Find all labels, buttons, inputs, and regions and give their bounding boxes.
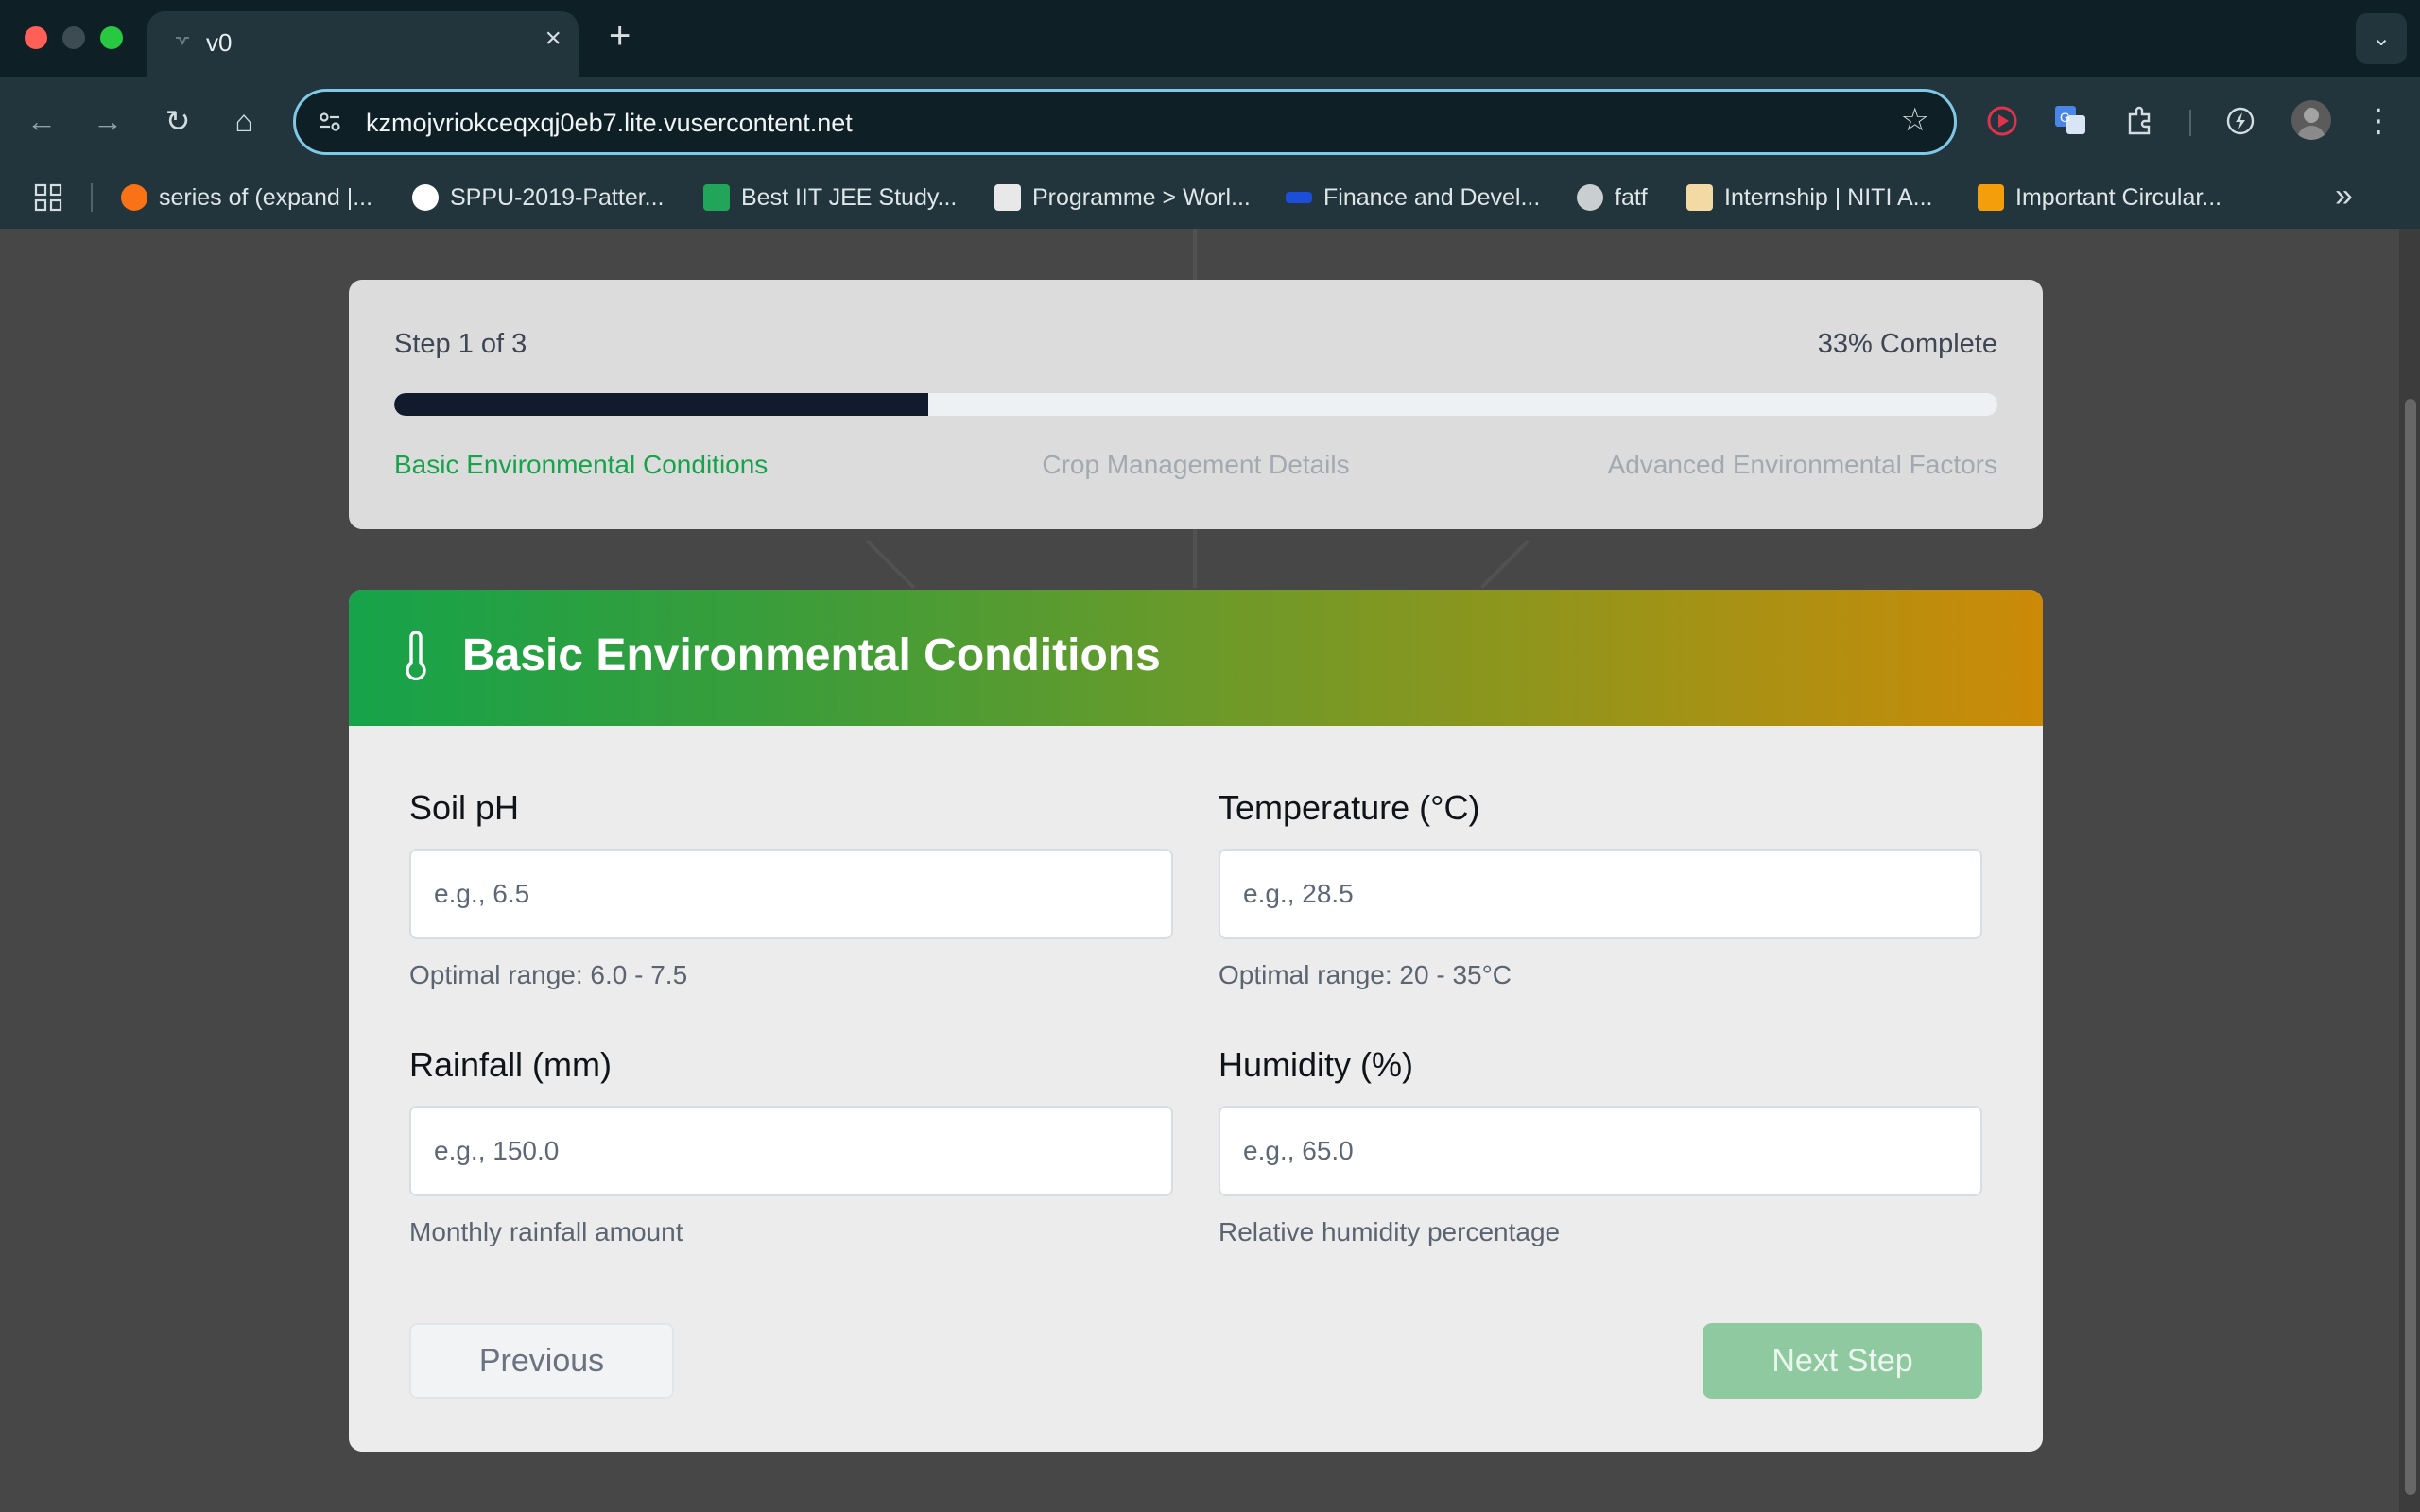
more-bookmarks-icon[interactable]: » — [2335, 178, 2353, 215]
temperature-field: Temperature (°C) Optimal range: 20 - 35°… — [1219, 788, 1982, 990]
tab-search-button[interactable]: ⌄ — [2356, 13, 2407, 64]
step-counter: Step 1 of 3 — [394, 329, 527, 359]
bookmark-star-icon[interactable]: ☆ — [1901, 101, 1929, 139]
record-extension-icon[interactable] — [1979, 98, 2025, 144]
new-tab-button[interactable]: + — [609, 17, 631, 55]
bookmark-item[interactable]: Important Circular... — [1978, 180, 2221, 215]
humidity-field: Humidity (%) Relative humidity percentag… — [1219, 1045, 1982, 1247]
toolbar-separator — [2189, 110, 2191, 136]
window-minimize-button[interactable] — [62, 26, 85, 49]
scrollbar-thumb[interactable] — [2405, 399, 2416, 1495]
bookmark-favicon-icon — [1978, 184, 2004, 211]
bookmarks-bar: series of (expand |... SPPU-2019-Patter.… — [0, 166, 2420, 229]
field-label: Temperature (°C) — [1219, 788, 1480, 827]
percent-complete: 33% Complete — [1817, 329, 1997, 359]
progress-bar — [394, 393, 1997, 416]
github-icon — [412, 184, 439, 211]
bookmark-item[interactable]: SPPU-2019-Patter... — [412, 180, 665, 215]
field-hint: Monthly rainfall amount — [409, 1217, 683, 1246]
page-scrollbar[interactable] — [2399, 229, 2420, 1512]
bookmark-favicon-icon — [994, 184, 1021, 211]
progress-bar-fill — [394, 393, 928, 416]
field-label: Soil pH — [409, 788, 520, 827]
url-text: kzmojvriokceqxqj0eb7.lite.vusercontent.n… — [366, 109, 853, 137]
browser-tab-strip: v0 × + ⌄ — [0, 0, 2420, 77]
field-hint: Relative humidity percentage — [1219, 1217, 1561, 1246]
extensions-puzzle-icon[interactable] — [2118, 98, 2163, 144]
forward-arrow-icon[interactable]: → — [83, 96, 132, 146]
bookmark-item[interactable]: Best IIT JEE Study... — [703, 180, 957, 215]
browser-menu-icon[interactable]: ⋮ — [2358, 98, 2399, 144]
soil-ph-input[interactable] — [409, 849, 1173, 939]
bookmark-item[interactable]: series of (expand |... — [121, 180, 372, 215]
globe-icon — [1577, 184, 1603, 211]
bookmark-favicon-icon — [121, 184, 147, 211]
tab-title: v0 — [206, 28, 233, 57]
bookmark-item[interactable]: Programme > Worl... — [994, 180, 1251, 215]
step-name-active: Basic Environmental Conditions — [394, 450, 769, 479]
window-maximize-button[interactable] — [100, 26, 123, 49]
previous-button[interactable]: Previous — [409, 1323, 674, 1399]
bookmark-item[interactable]: Internship | NITI A... — [1686, 180, 1932, 215]
sheets-icon — [703, 184, 730, 211]
field-label: Humidity (%) — [1219, 1045, 1414, 1084]
background-decoration — [865, 539, 916, 590]
bookmark-favicon-icon — [1286, 192, 1312, 203]
progress-card: Step 1 of 3 33% Complete Basic Environme… — [349, 280, 2043, 529]
step-name: Advanced Environmental Factors — [1607, 450, 1997, 479]
browser-tab[interactable]: v0 × — [147, 11, 579, 77]
bookmark-favicon-icon — [1686, 184, 1713, 211]
next-step-button[interactable]: Next Step — [1703, 1323, 1982, 1399]
temperature-input[interactable] — [1219, 849, 1982, 939]
profile-avatar[interactable] — [2291, 100, 2331, 140]
performance-icon[interactable] — [2218, 98, 2263, 144]
reload-icon[interactable]: ↻ — [153, 96, 202, 146]
form-card: Basic Environmental Conditions Soil pH O… — [349, 590, 2043, 1452]
form-title: Basic Environmental Conditions — [462, 630, 1161, 680]
tab-close-icon[interactable]: × — [544, 25, 562, 53]
svg-text:G: G — [2060, 110, 2070, 125]
step-name: Crop Management Details — [1042, 450, 1350, 479]
browser-toolbar: ← → ↻ ⌂ kzmojvriokceqxqj0eb7.lite.vuserc… — [0, 77, 2420, 166]
bookmark-item[interactable]: fatf — [1577, 180, 1648, 215]
background-decoration — [1479, 539, 1530, 590]
step-names: Basic Environmental Conditions Crop Mana… — [394, 450, 1997, 488]
rainfall-field: Rainfall (mm) Monthly rainfall amount — [409, 1045, 1173, 1247]
apps-grid-icon[interactable] — [34, 183, 62, 212]
page-viewport: Step 1 of 3 33% Complete Basic Environme… — [0, 229, 2420, 1512]
tab-favicon-icon — [176, 37, 189, 46]
bookmark-item[interactable]: Finance and Devel... — [1286, 180, 1540, 215]
rainfall-input[interactable] — [409, 1106, 1173, 1196]
address-bar[interactable]: kzmojvriokceqxqj0eb7.lite.vusercontent.n… — [293, 89, 1957, 155]
back-arrow-icon[interactable]: ← — [17, 96, 66, 146]
field-hint: Optimal range: 20 - 35°C — [1219, 960, 1512, 989]
window-close-button[interactable] — [25, 26, 47, 49]
bookmarks-separator — [91, 183, 93, 212]
soil-ph-field: Soil pH Optimal range: 6.0 - 7.5 — [409, 788, 1173, 990]
home-icon[interactable]: ⌂ — [219, 96, 268, 146]
form-header: Basic Environmental Conditions — [349, 590, 2043, 726]
field-hint: Optimal range: 6.0 - 7.5 — [409, 960, 688, 989]
field-label: Rainfall (mm) — [409, 1045, 613, 1084]
translate-extension-icon[interactable]: G — [2048, 98, 2093, 144]
humidity-input[interactable] — [1219, 1106, 1982, 1196]
thermometer-icon — [406, 631, 426, 681]
site-settings-icon[interactable] — [315, 107, 345, 137]
